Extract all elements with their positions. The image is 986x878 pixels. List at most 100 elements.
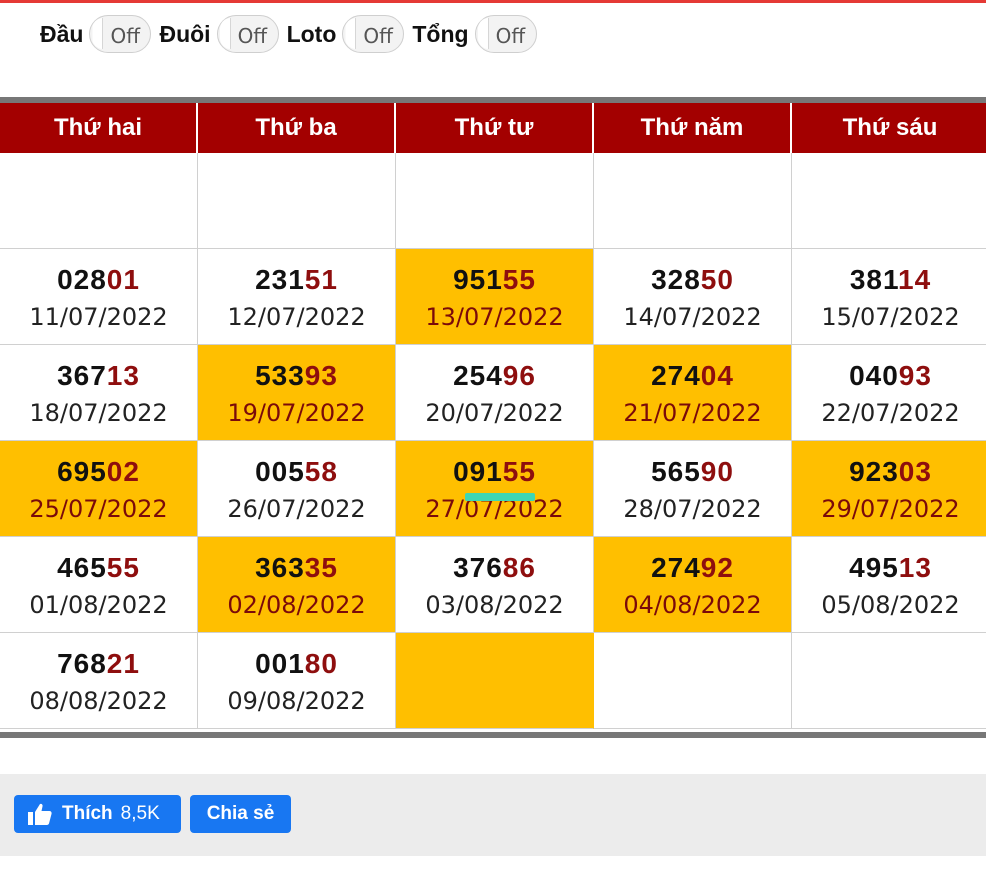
toggle-label-tong: Tổng [412, 20, 469, 47]
result-number: 56590 [651, 455, 734, 489]
result-head-digits: 274 [651, 359, 701, 391]
calendar-cell: 36335 02/08/2022 [198, 537, 396, 633]
result-date: 21/07/2022 [623, 398, 762, 427]
result-number: 27404 [651, 359, 734, 393]
result-date: 19/07/2022 [227, 398, 366, 427]
calendar-cell: 46555 01/08/2022 [0, 537, 198, 633]
result-date: 20/07/2022 [425, 398, 564, 427]
result-date: 03/08/2022 [425, 590, 564, 619]
calendar-cell: 27404 21/07/2022 [594, 345, 792, 441]
calendar-cell: 23151 12/07/2022 [198, 249, 396, 345]
result-tail-digits: 13 [898, 551, 932, 583]
result-date: 02/08/2022 [227, 590, 366, 619]
result-date: 14/07/2022 [623, 302, 762, 331]
calendar-cell: 69502 25/07/2022 [0, 441, 198, 537]
toggle-duoi-switch[interactable]: Off [216, 15, 279, 53]
toggle-loto-switch[interactable]: Off [342, 15, 405, 53]
touch-marker [465, 493, 535, 501]
weekday-header: Thứ tư [396, 103, 594, 153]
calendar-cell-empty [396, 153, 594, 249]
result-head-digits: 951 [453, 263, 503, 295]
result-head-digits: 328 [651, 263, 701, 295]
like-label: Thích [62, 803, 113, 824]
result-tail-digits: 93 [304, 359, 338, 391]
facebook-share-button[interactable]: Chia sẻ [190, 795, 291, 833]
calendar-cell: 53393 19/07/2022 [198, 345, 396, 441]
result-tail-digits: 55 [502, 263, 536, 295]
result-head-digits: 381 [849, 263, 898, 295]
result-head-digits: 028 [57, 263, 107, 295]
calendar-cell: 00558 26/07/2022 [198, 441, 396, 537]
weekday-header: Thứ hai [0, 103, 198, 153]
result-number: 92303 [849, 455, 932, 489]
result-tail-digits: 13 [106, 359, 140, 391]
toggle-label-loto: Loto [286, 20, 337, 47]
result-date: 12/07/2022 [227, 302, 366, 331]
result-number: 46555 [57, 551, 140, 585]
result-tail-digits: 02 [106, 455, 140, 487]
result-head-digits: 768 [57, 647, 107, 679]
result-date: 04/08/2022 [623, 590, 762, 619]
result-tail-digits: 93 [898, 359, 932, 391]
switch-state: Off [363, 24, 393, 48]
result-number: 37686 [453, 551, 536, 585]
result-tail-digits: 35 [304, 551, 338, 583]
calendar-cell: 25496 20/07/2022 [396, 345, 594, 441]
weekday-header: Thứ sáu [792, 103, 986, 153]
result-tail-digits: 96 [502, 359, 536, 391]
result-number: 27492 [651, 551, 734, 585]
result-tail-digits: 92 [700, 551, 734, 583]
result-tail-digits: 14 [898, 263, 932, 295]
calendar-cell: 36713 18/07/2022 [0, 345, 198, 441]
calendar-cell: 95155 13/07/2022 [396, 249, 594, 345]
result-date: 09/08/2022 [227, 686, 366, 715]
result-date: 15/07/2022 [821, 302, 960, 331]
toggle-label-dau: Đầu [40, 20, 84, 47]
calendar-cell: 92303 29/07/2022 [792, 441, 986, 537]
result-head-digits: 923 [849, 455, 899, 487]
result-number: 36335 [255, 551, 338, 585]
result-tail-digits: 90 [700, 455, 734, 487]
like-count: 8,5K [120, 803, 160, 824]
switch-state: Off [237, 24, 268, 48]
result-head-digits: 465 [57, 551, 107, 583]
toggle-label-duoi: Đuôi [159, 20, 211, 47]
thumbs-up-icon [28, 803, 52, 825]
toggle-dau-switch[interactable]: Off [89, 15, 152, 53]
results-calendar: Thứ hai Thứ ba Thứ tư Thứ năm Thứ sáu 02801 11… [0, 97, 986, 738]
result-number: 00180 [255, 647, 338, 681]
result-tail-digits: 58 [304, 455, 338, 487]
calendar-cell: 04093 22/07/2022 [792, 345, 986, 441]
result-number: 38114 [850, 263, 931, 297]
result-number: 53393 [255, 359, 338, 393]
result-tail-digits: 03 [898, 455, 932, 487]
result-number: 69502 [57, 455, 140, 489]
result-tail-digits: 51 [304, 263, 338, 295]
result-date: 25/07/2022 [29, 494, 168, 523]
calendar-cell-empty [792, 633, 986, 729]
calendar-cell: 76821 08/08/2022 [0, 633, 198, 729]
result-number: 02801 [57, 263, 140, 297]
toggle-tong-switch[interactable]: Off [474, 15, 537, 53]
result-head-digits: 376 [453, 551, 503, 583]
result-head-digits: 565 [651, 455, 701, 487]
top-accent-line [0, 0, 986, 3]
switch-state: Off [110, 24, 140, 48]
result-date: 28/07/2022 [623, 494, 762, 523]
calendar-cell-empty [396, 633, 594, 729]
result-number: 49513 [849, 551, 932, 585]
calendar-cell: 27492 04/08/2022 [594, 537, 792, 633]
result-number: 09155 [453, 455, 536, 489]
result-number: 76821 [57, 647, 140, 681]
calendar-cell-empty [792, 153, 986, 249]
result-head-digits: 695 [57, 455, 107, 487]
social-footer: Thích 8,5K Chia sẻ [0, 774, 986, 856]
result-date: 08/08/2022 [29, 686, 168, 715]
facebook-like-button[interactable]: Thích 8,5K [14, 795, 181, 833]
result-tail-digits: 55 [502, 455, 536, 487]
calendar-cell-empty [198, 153, 396, 249]
result-head-digits: 363 [255, 551, 305, 583]
result-date: 05/08/2022 [821, 590, 960, 619]
result-head-digits: 533 [255, 359, 305, 391]
result-tail-digits: 04 [700, 359, 734, 391]
